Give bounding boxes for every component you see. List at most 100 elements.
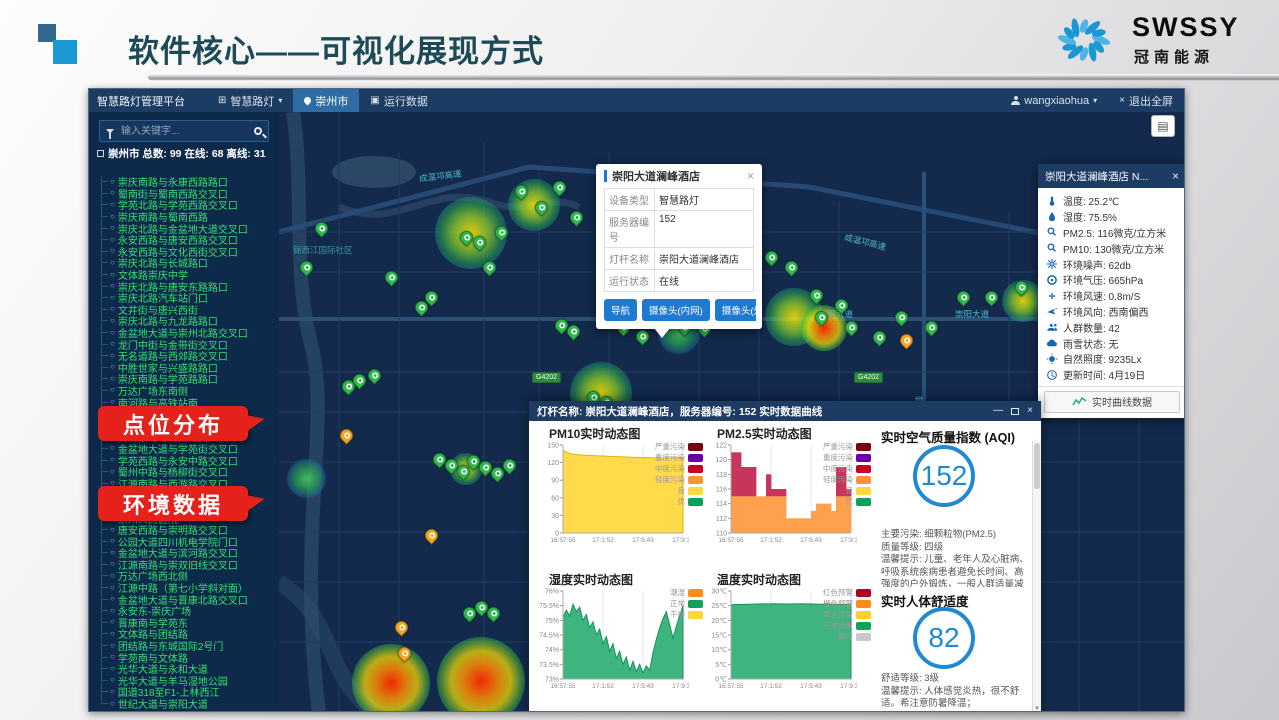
env-reading-row: 环境风向: 西南偏西 bbox=[1046, 304, 1178, 320]
tree-item[interactable]: ○国道318至F1-上林西江 bbox=[99, 686, 279, 698]
tree-item-label: 蜀州中路与杨柳街交叉口 bbox=[118, 466, 228, 478]
search-input[interactable] bbox=[119, 125, 249, 138]
svg-text:90: 90 bbox=[551, 478, 559, 485]
env-reading-text: 人群数量: 42 bbox=[1063, 320, 1120, 335]
tree-item[interactable]: ○崇庆北路与九龙路路口 bbox=[99, 315, 279, 327]
tree-item[interactable]: ○唐安西路与崇明路交叉口 bbox=[99, 524, 279, 536]
camera-intranet-button[interactable]: 摄像头(内网) bbox=[642, 299, 710, 321]
tree-item[interactable]: ○公园大道四川机电学院门口 bbox=[99, 535, 279, 547]
tree-connector bbox=[101, 274, 108, 275]
popup-row-value: 152 bbox=[655, 211, 753, 247]
user-menu[interactable]: wangxiaohua ▾ bbox=[1000, 89, 1108, 112]
tree-item[interactable]: ○团结路与东城国际2号门 bbox=[99, 640, 279, 652]
line-chart-icon bbox=[1072, 396, 1087, 407]
tree-item[interactable]: ○蜀州中路与杨柳街交叉口 bbox=[99, 466, 279, 478]
close-icon[interactable]: × bbox=[747, 170, 754, 182]
env-reading-row: 人群数量: 42 bbox=[1046, 319, 1178, 335]
popup-row: 运行状态在线 bbox=[604, 270, 754, 292]
legend-swatch bbox=[856, 476, 871, 484]
nav-item-streetlight[interactable]: ⊞ 智慧路灯 ▾ bbox=[207, 89, 293, 112]
tree-connector bbox=[101, 645, 108, 646]
tree-item[interactable]: ○金盆地大道与晋康北路交叉口 bbox=[99, 593, 279, 605]
fan-icon bbox=[1046, 290, 1058, 302]
scroll-down-icon[interactable]: ▼ bbox=[1033, 706, 1041, 712]
tree-item[interactable]: ○文井街与唐兴西街 bbox=[99, 304, 279, 316]
tree-item[interactable]: ○晋康南与学苑东 bbox=[99, 617, 279, 629]
tree-item[interactable]: ○无名道路与西郊路交叉口 bbox=[99, 350, 279, 362]
tree-item[interactable]: ○崇庆南路与永康西路路口 bbox=[99, 176, 279, 188]
tree-item[interactable]: ○学苑北路与学苑西路交叉口 bbox=[99, 199, 279, 211]
svg-text:5℃: 5℃ bbox=[715, 662, 727, 669]
tree-root[interactable]: 崇州市 总数: 99 在线: 68 离线: 31 bbox=[97, 146, 273, 161]
lamp-icon: ○ bbox=[110, 247, 115, 255]
realtime-curve-button[interactable]: 实时曲线数据 bbox=[1044, 391, 1180, 413]
tree-item[interactable]: ○崇庆北路汽车站门口 bbox=[99, 292, 279, 304]
tree-item[interactable]: ○江源南路与崇双旧线交叉口 bbox=[99, 559, 279, 571]
data-panel-body: PM10实时动态图严重污染重度污染中度污染轻度污染良优0306090120150… bbox=[529, 421, 1041, 712]
chart-legend: 潮湿正常干燥 bbox=[670, 587, 703, 620]
device-popup: 崇阳大道澜峰酒店 × 设备类型智慧路灯服务器编号152灯杆名称崇阳大道澜峰酒店运… bbox=[596, 164, 762, 329]
tree-item[interactable]: ○蜀南街与蜀南西路交叉口 bbox=[99, 188, 279, 200]
tree-item[interactable]: ○永安西路与唐安西路交叉口 bbox=[99, 234, 279, 246]
tree-item[interactable]: ○学苑南与文体路 bbox=[99, 651, 279, 663]
navigate-button[interactable]: 导航 bbox=[604, 299, 637, 321]
env-reading-text: PM10: 130微克/立方米 bbox=[1063, 241, 1164, 256]
tree-item[interactable]: ○文体路与团结路 bbox=[99, 628, 279, 640]
close-icon[interactable]: × bbox=[1027, 406, 1033, 416]
tree-item[interactable]: ○光华大道与永和大道 bbox=[99, 663, 279, 675]
tree-item[interactable]: ○永安西路与文化西街交叉口 bbox=[99, 246, 279, 258]
exit-fullscreen-button[interactable]: × 退出全屏 bbox=[1108, 89, 1184, 112]
panel-scrollbar[interactable]: ▼ bbox=[1032, 441, 1041, 712]
tree-item[interactable]: ○崇庆南路与蜀南西路 bbox=[99, 211, 279, 223]
legend-swatch bbox=[856, 611, 871, 619]
tree-item[interactable]: ○光华大道二桥出口对面 bbox=[99, 709, 279, 711]
lamp-icon: ○ bbox=[110, 630, 115, 638]
lamp-icon: ○ bbox=[110, 526, 115, 534]
tree-connector bbox=[101, 564, 108, 565]
tree-item[interactable]: ○文体路崇庆中学 bbox=[99, 269, 279, 281]
svg-text:17:1:52: 17:1:52 bbox=[592, 683, 614, 690]
tree-connector bbox=[101, 587, 108, 588]
svg-text:16:57:55: 16:57:55 bbox=[718, 537, 744, 544]
close-icon[interactable]: × bbox=[1172, 170, 1179, 182]
tree-item[interactable]: ○崇庆北路与金盆地大道交叉口 bbox=[99, 222, 279, 234]
tree-item[interactable]: ○金盆地大道与崇州北路交叉口 bbox=[99, 327, 279, 339]
tree-item[interactable]: ○崇庆南路与学苑路路口 bbox=[99, 373, 279, 385]
legend-item: 优 bbox=[823, 496, 871, 507]
tree-connector bbox=[101, 378, 108, 379]
search-icon[interactable] bbox=[254, 127, 262, 135]
nav-item-city[interactable]: 崇州市 bbox=[293, 89, 359, 112]
minimize-icon[interactable]: — bbox=[993, 406, 1003, 416]
grid-icon: ⊞ bbox=[218, 96, 226, 106]
tree-item[interactable]: ○世纪大道与崇阳大道 bbox=[99, 698, 279, 710]
legend-item: 干燥 bbox=[670, 609, 703, 620]
lamp-icon: ○ bbox=[110, 271, 115, 279]
tree-item[interactable]: ○学苑西路与永安中路交叉口 bbox=[99, 454, 279, 466]
legend-swatch bbox=[856, 589, 871, 597]
lamp-icon: ○ bbox=[110, 352, 115, 360]
tree-item[interactable]: ○光华大道与羊马湿地公园 bbox=[99, 675, 279, 687]
tree-item-label: 永安东-崇庆广场 bbox=[118, 605, 191, 617]
tree-item[interactable]: ○崇庆北路与唐安东路路口 bbox=[99, 280, 279, 292]
tree-item[interactable]: ○中胜世家与兴盛路路口 bbox=[99, 362, 279, 374]
legend-swatch bbox=[856, 633, 871, 641]
tree-item[interactable]: ○崇庆北路与长城路口 bbox=[99, 257, 279, 269]
tree-item[interactable]: ○万达广场西北侧 bbox=[99, 570, 279, 582]
svg-text:114: 114 bbox=[716, 501, 727, 508]
legend-label: 寒冷 bbox=[838, 631, 853, 642]
legend-item: 轻度污染 bbox=[655, 474, 703, 485]
restore-icon[interactable] bbox=[1011, 408, 1019, 415]
tree-item[interactable]: ○万达广场东南侧 bbox=[99, 385, 279, 397]
filter-icon[interactable] bbox=[106, 129, 114, 134]
tree-item[interactable]: ○金盆地大道与学苑街交叉口 bbox=[99, 443, 279, 455]
tree-item[interactable]: ○龙门中街与金带街交叉口 bbox=[99, 338, 279, 350]
nav-item-rundata[interactable]: ▣ 运行数据 bbox=[359, 89, 438, 112]
tree-item[interactable]: ○金盆地大道与滨河路交叉口 bbox=[99, 547, 279, 559]
tree-item[interactable]: ○永安东-崇庆广场 bbox=[99, 605, 279, 617]
tree-item-label: 文井街与唐兴西街 bbox=[118, 304, 198, 316]
tree-item[interactable]: ○江源中路（第七小学斜对面） bbox=[99, 582, 279, 594]
map-layers-button[interactable]: ▤ bbox=[1151, 115, 1175, 137]
camera-internet-button[interactable]: 摄像头(外网) bbox=[715, 299, 756, 321]
scrollbar-thumb[interactable] bbox=[1034, 443, 1040, 489]
collapse-box-icon[interactable] bbox=[97, 150, 104, 157]
